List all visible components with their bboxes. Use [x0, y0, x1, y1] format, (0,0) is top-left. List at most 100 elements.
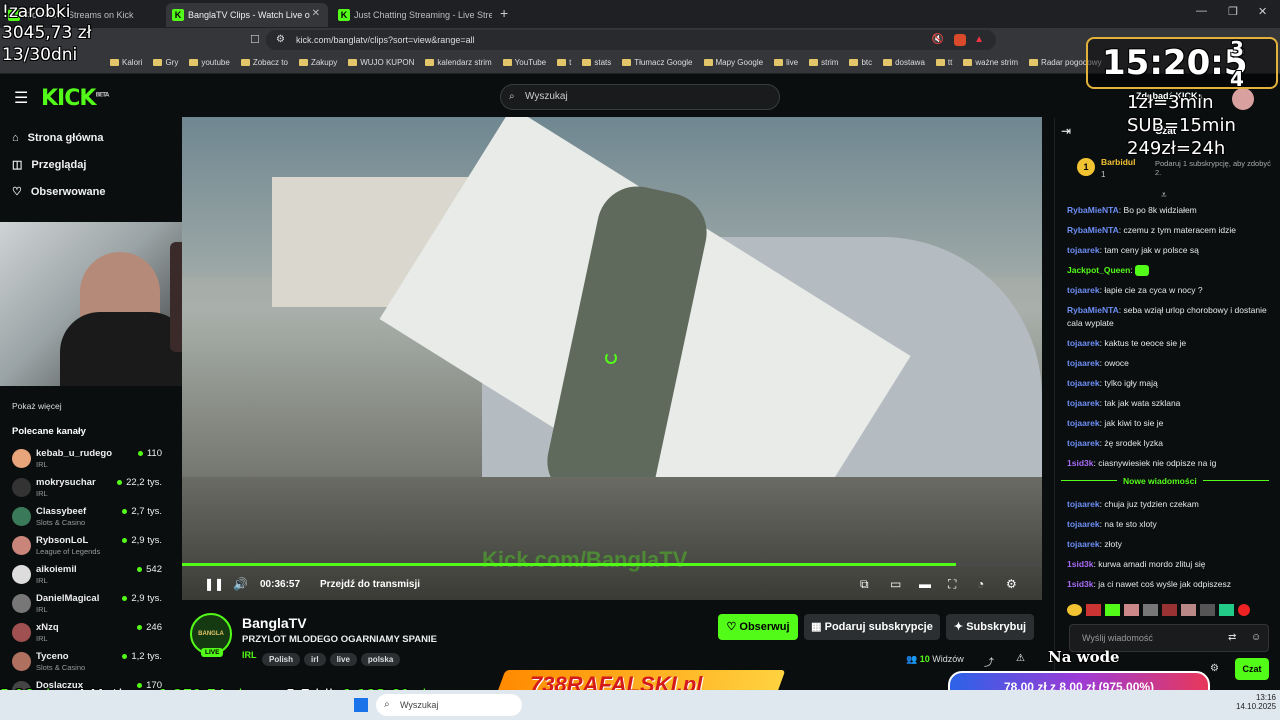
bookmark-item[interactable]: Tłumacz Google	[622, 58, 693, 67]
chat-username[interactable]: tojaarek	[1067, 438, 1100, 448]
bookmark-icon[interactable]: ☐	[250, 33, 260, 46]
chat-username[interactable]: tojaarek	[1067, 499, 1100, 509]
minimize-icon[interactable]: —	[1196, 5, 1207, 17]
taskbar-search[interactable]: ⌕ Wyszukaj	[376, 694, 522, 716]
follow-button[interactable]: ♡ Obserwuj	[718, 614, 798, 640]
theater-icon[interactable]: ▬	[919, 577, 931, 591]
recommended-channel[interactable]: DanielMagical IRL 2,9 tys.	[12, 591, 162, 619]
bookmark-item[interactable]: Zakupy	[298, 58, 337, 67]
bookmark-item[interactable]: strim	[809, 58, 838, 67]
emote-icon[interactable]	[1143, 604, 1158, 616]
chat-username[interactable]: RybaMieNTA	[1067, 205, 1119, 215]
url-field[interactable]: ⚙ kick.com/banglatv/clips?sort=view&rang…	[266, 30, 996, 50]
nav-home[interactable]: ⌂ Strona główna	[12, 132, 103, 144]
send-chat-button[interactable]: Czat	[1235, 658, 1269, 680]
bookmark-item[interactable]: live	[774, 58, 798, 67]
emoji-icon[interactable]: ☺	[1251, 632, 1261, 643]
stream-tag[interactable]: polska	[360, 653, 401, 666]
channel-name[interactable]: BanglaTV	[242, 615, 307, 631]
user-avatar[interactable]	[1232, 88, 1254, 110]
chat-settings-icon[interactable]: ⚙	[1210, 663, 1219, 674]
nav-browse[interactable]: ◫ Przeglądaj	[12, 158, 86, 172]
chat-message[interactable]: tojaarek: tak jak wata szklana	[1067, 397, 1277, 410]
fullscreen-icon[interactable]: ⛶	[948, 577, 956, 592]
chat-message[interactable]: RybaMieNTA: Bo po 8k widziałem	[1067, 204, 1277, 217]
stream-tag[interactable]: live	[329, 653, 357, 666]
chat-username[interactable]: tojaarek	[1067, 378, 1100, 388]
chat-username[interactable]: tojaarek	[1067, 398, 1100, 408]
rewards-icon[interactable]: ▲	[974, 30, 984, 50]
chat-message[interactable]: tojaarek: żę srodek lyzka	[1067, 437, 1277, 450]
chat-message[interactable]: tojaarek: łapie cie za cyca w nocy ?	[1067, 284, 1277, 297]
close-tab-icon[interactable]: ✕	[312, 8, 320, 19]
chat-username[interactable]: tojaarek	[1067, 338, 1100, 348]
bookmark-item[interactable]: Zobacz to	[240, 58, 288, 67]
menu-icon[interactable]: ☰	[14, 88, 28, 108]
recommended-channel[interactable]: xNzq IRL 246	[12, 620, 162, 648]
bookmark-item[interactable]: WUJO KUPON	[348, 58, 414, 67]
emote-icon[interactable]	[1105, 604, 1120, 616]
bookmark-item[interactable]: Kalori	[110, 58, 142, 67]
mute-icon[interactable]: 🔇	[932, 30, 944, 50]
recommended-channel[interactable]: RybsonLoL League of Legends 2,9 tys.	[12, 533, 162, 561]
recommended-channel[interactable]: mokrysuchar IRL 22,2 tys.	[12, 475, 162, 503]
chat-username[interactable]: tojaarek	[1067, 519, 1100, 529]
windows-start-icon[interactable]	[354, 698, 368, 712]
emote-icon[interactable]	[1086, 604, 1101, 616]
chat-username[interactable]: tojaarek	[1067, 285, 1100, 295]
chat-username[interactable]: tojaarek	[1067, 539, 1100, 549]
chat-username[interactable]: RybaMieNTA	[1067, 225, 1119, 235]
search-input[interactable]: ⌕ Wyszukaj	[500, 84, 780, 110]
chat-message[interactable]: tojaarek: jak kiwi to sie je	[1067, 417, 1277, 430]
bookmark-item[interactable]: t	[557, 58, 571, 67]
stream-tag[interactable]: Polish	[262, 653, 301, 666]
new-tab-icon[interactable]: +	[500, 5, 508, 21]
settings-gear-icon[interactable]: ⚙	[1006, 577, 1017, 591]
chat-message[interactable]: tojaarek: na te sto xloty	[1067, 518, 1277, 531]
chat-username[interactable]: 1sid3k	[1067, 579, 1093, 589]
chat-username[interactable]: 1sid3k	[1067, 559, 1093, 569]
tab-just-chatting[interactable]: K Just Chatting Streaming - Live Stream	[332, 3, 492, 27]
share-icon[interactable]: ⤴	[984, 654, 994, 669]
emote-icon[interactable]	[1067, 604, 1082, 616]
chat-message[interactable]: RybaMieNTA: czemu z tym materacem idzie	[1067, 224, 1277, 237]
chat-message[interactable]: 1sid3k: ciasnywiesiek nie odpisze na ig	[1067, 457, 1277, 470]
chat-message[interactable]: tojaarek: chuja juz tydzien czekam	[1067, 498, 1277, 511]
bookmark-item[interactable]: kalendarz strim	[425, 58, 492, 67]
emote-icon[interactable]	[1181, 604, 1196, 616]
gift-sub-button[interactable]: ▦ Podaruj subskrypcje	[804, 614, 940, 640]
chat-message[interactable]: tojaarek: złoty	[1067, 538, 1277, 551]
report-icon[interactable]: ⚠	[1016, 653, 1025, 664]
recommended-channel[interactable]: Tyceno Slots & Casino 1,2 tys.	[12, 649, 162, 677]
chat-message[interactable]: tojaarek: tam ceny jak w polsce są	[1067, 244, 1277, 257]
chat-username[interactable]: 1sid3k	[1067, 458, 1093, 468]
show-more-link[interactable]: Pokaż więcej	[12, 401, 62, 411]
translate-icon[interactable]: ⇄	[1228, 632, 1236, 643]
bookmark-item[interactable]: youtube	[189, 58, 230, 67]
emote-icon[interactable]	[1124, 604, 1139, 616]
stream-tag[interactable]: irl	[304, 653, 326, 666]
volume-icon[interactable]: 🔊	[233, 577, 248, 591]
miniplayer-icon[interactable]: ▭	[890, 577, 901, 591]
brave-shield-icon[interactable]	[954, 34, 966, 46]
bookmark-item[interactable]: Mapy Google	[703, 58, 763, 67]
clip-icon[interactable]: ⧉	[860, 577, 869, 592]
collapse-chat-icon[interactable]: ⇥	[1061, 124, 1071, 138]
recommended-channel[interactable]: aikoiemil IRL 542	[12, 562, 162, 590]
chat-username[interactable]: tojaarek	[1067, 358, 1100, 368]
chat-message[interactable]: RybaMieNTA: seba wziął urlop chorobowy i…	[1067, 304, 1277, 330]
bookmark-item[interactable]: YouTube	[502, 58, 546, 67]
chat-username[interactable]: tojaarek	[1067, 245, 1100, 255]
chat-username[interactable]: tojaarek	[1067, 418, 1100, 428]
kick-logo[interactable]: KICKBETA	[41, 86, 109, 111]
stream-category[interactable]: IRL	[242, 650, 257, 660]
bookmark-item[interactable]: Gry	[153, 58, 178, 67]
video-progress-bar[interactable]	[182, 563, 1042, 566]
bookmark-item[interactable]: btc	[849, 58, 872, 67]
bookmark-item[interactable]: dostawa	[883, 58, 925, 67]
emote-icon[interactable]	[1219, 604, 1234, 616]
emote-icon[interactable]	[1200, 604, 1215, 616]
pause-icon[interactable]: ❚❚	[204, 577, 224, 591]
bookmark-item[interactable]: stats	[582, 58, 611, 67]
chat-message[interactable]: tojaarek: kaktus te oeoce sie je	[1067, 337, 1277, 350]
